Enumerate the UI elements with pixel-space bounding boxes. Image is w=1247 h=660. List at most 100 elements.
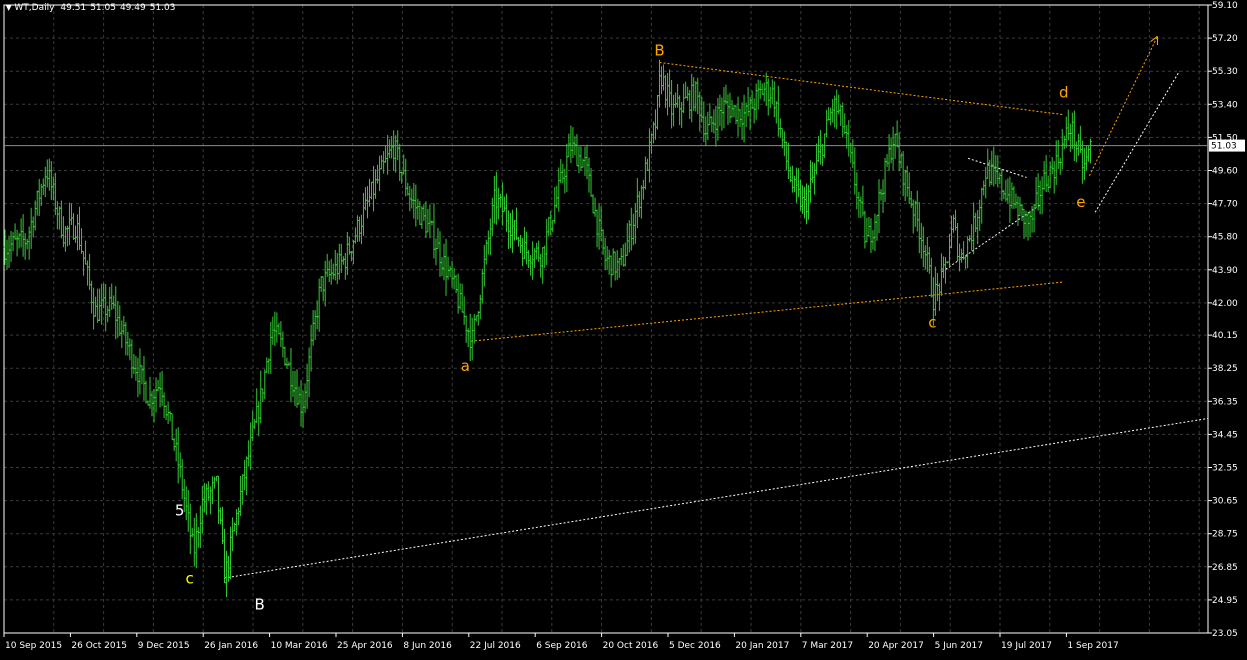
ohlc-bar (555, 185, 559, 209)
ohlc-bar (323, 260, 327, 307)
ohlc-bar (710, 116, 714, 133)
ohlc-bar (966, 236, 970, 269)
ohlc-bar (996, 155, 1000, 188)
ohlc-bar (754, 83, 758, 120)
ohlc-bar (365, 186, 369, 219)
ohlc-bar (728, 92, 732, 123)
ohlc-bar (519, 234, 523, 254)
ohlc-bar (815, 143, 819, 175)
ohlc-bar (1008, 176, 1012, 223)
ohlc-bar (1056, 140, 1060, 170)
ohlc-bar (1062, 135, 1066, 150)
ohlc-bar (337, 243, 341, 280)
ohlc-bar (841, 102, 845, 138)
ohlc-bar (760, 83, 764, 95)
ohlc-bar (649, 133, 653, 154)
ohlc-bar (1016, 196, 1020, 227)
ohlc-bar (434, 238, 438, 266)
ohlc-bar (84, 240, 88, 265)
ohlc-bar (470, 317, 474, 361)
ohlc-bar (913, 200, 917, 227)
price-chart[interactable]: 59.10 57.20 55.30 53.40 51.50 49.60 47.70 45.80… (0, 0, 1247, 656)
ohlc-bar (583, 146, 587, 176)
ohlc-bar (825, 109, 829, 138)
y-tick-label: 23.05 (1212, 629, 1238, 639)
ohlc-bar (956, 222, 960, 262)
ohlc-bar (742, 94, 746, 143)
ohlc-bar (223, 528, 227, 584)
ohlc-bar (420, 206, 424, 229)
ohlc-bar (702, 101, 706, 143)
ohlc-bar (623, 242, 627, 267)
ohlc-bar (47, 158, 51, 191)
chart-header: ▼ WT,Daily 49.51 51.05 49.49 51.03 (6, 3, 179, 13)
ohlc-bar (9, 231, 13, 263)
ohlc-bar (895, 120, 899, 148)
ohlc-bar (565, 143, 569, 192)
ohlc-bar (792, 175, 796, 193)
ohlc-bar (1050, 157, 1054, 175)
ohlc-bar (508, 212, 512, 249)
ohlc-bar (901, 151, 905, 197)
ohlc-bar (494, 171, 498, 225)
ohlc-bar (351, 239, 355, 265)
ohlc-bar (301, 390, 305, 428)
ohlc-bar (881, 179, 885, 213)
ohlc-bar (734, 105, 738, 125)
ohlc-bar (631, 213, 635, 246)
ohlc-bar (416, 198, 420, 220)
ohlc-bar (952, 214, 956, 233)
ohlc-bar (325, 253, 329, 277)
ohlc-bar (853, 147, 857, 195)
ohlc-bar (559, 159, 563, 184)
ohlc-bar (929, 257, 933, 298)
ohlc-bar (331, 263, 335, 280)
ohlc-bar (253, 418, 257, 430)
ohlc-bar (78, 206, 82, 250)
collapse-triangle-icon[interactable]: ▼ (6, 4, 11, 12)
ohlc-bar (442, 243, 446, 281)
plot-frame (3, 4, 1209, 634)
wave-label: 5 (175, 501, 185, 519)
ohlc-bar (184, 486, 188, 521)
x-tick-label: 20 Jan 2017 (735, 641, 789, 651)
ohlc-bar (162, 392, 166, 419)
ohlc-bar (41, 178, 45, 195)
ohlc-bar (482, 244, 486, 287)
ohlc-bar (645, 158, 649, 171)
ohlc-bar (1068, 123, 1072, 152)
ohlc-bar (621, 244, 625, 267)
ohlc-bar (941, 256, 945, 279)
ohlc-bar (722, 87, 726, 129)
ohlc-bar (422, 204, 426, 222)
y-tick-label: 59.10 (1212, 1, 1238, 11)
ohlc-bar (35, 190, 39, 216)
ohlc-bar (343, 252, 347, 280)
ohlc-bar (398, 143, 402, 182)
ohlc-bar (376, 164, 380, 184)
ohlc-bar (446, 256, 450, 280)
ohlc-bar (778, 118, 782, 138)
ohlc-bar (662, 64, 666, 91)
ohlc-bar (98, 288, 102, 322)
ohlc-bar (478, 294, 482, 320)
ohlc-bar (974, 212, 978, 233)
ohlc-bar (950, 215, 954, 249)
ohlc-bar (180, 458, 184, 500)
ohlc-bar (531, 241, 535, 280)
ohlc-bar (271, 316, 275, 345)
ohlc-bar (694, 81, 698, 112)
ohlc-bar (740, 102, 744, 140)
ohlc-bar (406, 182, 410, 196)
chart-canvas[interactable]: 59.1057.2055.3053.4051.5049.6047.7045.80… (0, 0, 1247, 656)
ohlc-bar (1036, 173, 1040, 211)
ohlc-bar (11, 232, 15, 252)
ohlc-bar (476, 311, 480, 326)
ohlc-bar (847, 120, 851, 157)
ohlc-bar (172, 437, 176, 452)
ohlc-bar (1086, 146, 1090, 162)
ohlc-bar (827, 107, 831, 121)
ohlc-bar (452, 268, 456, 290)
ohlc-bar (414, 184, 418, 227)
ohlc-bar (917, 202, 921, 254)
